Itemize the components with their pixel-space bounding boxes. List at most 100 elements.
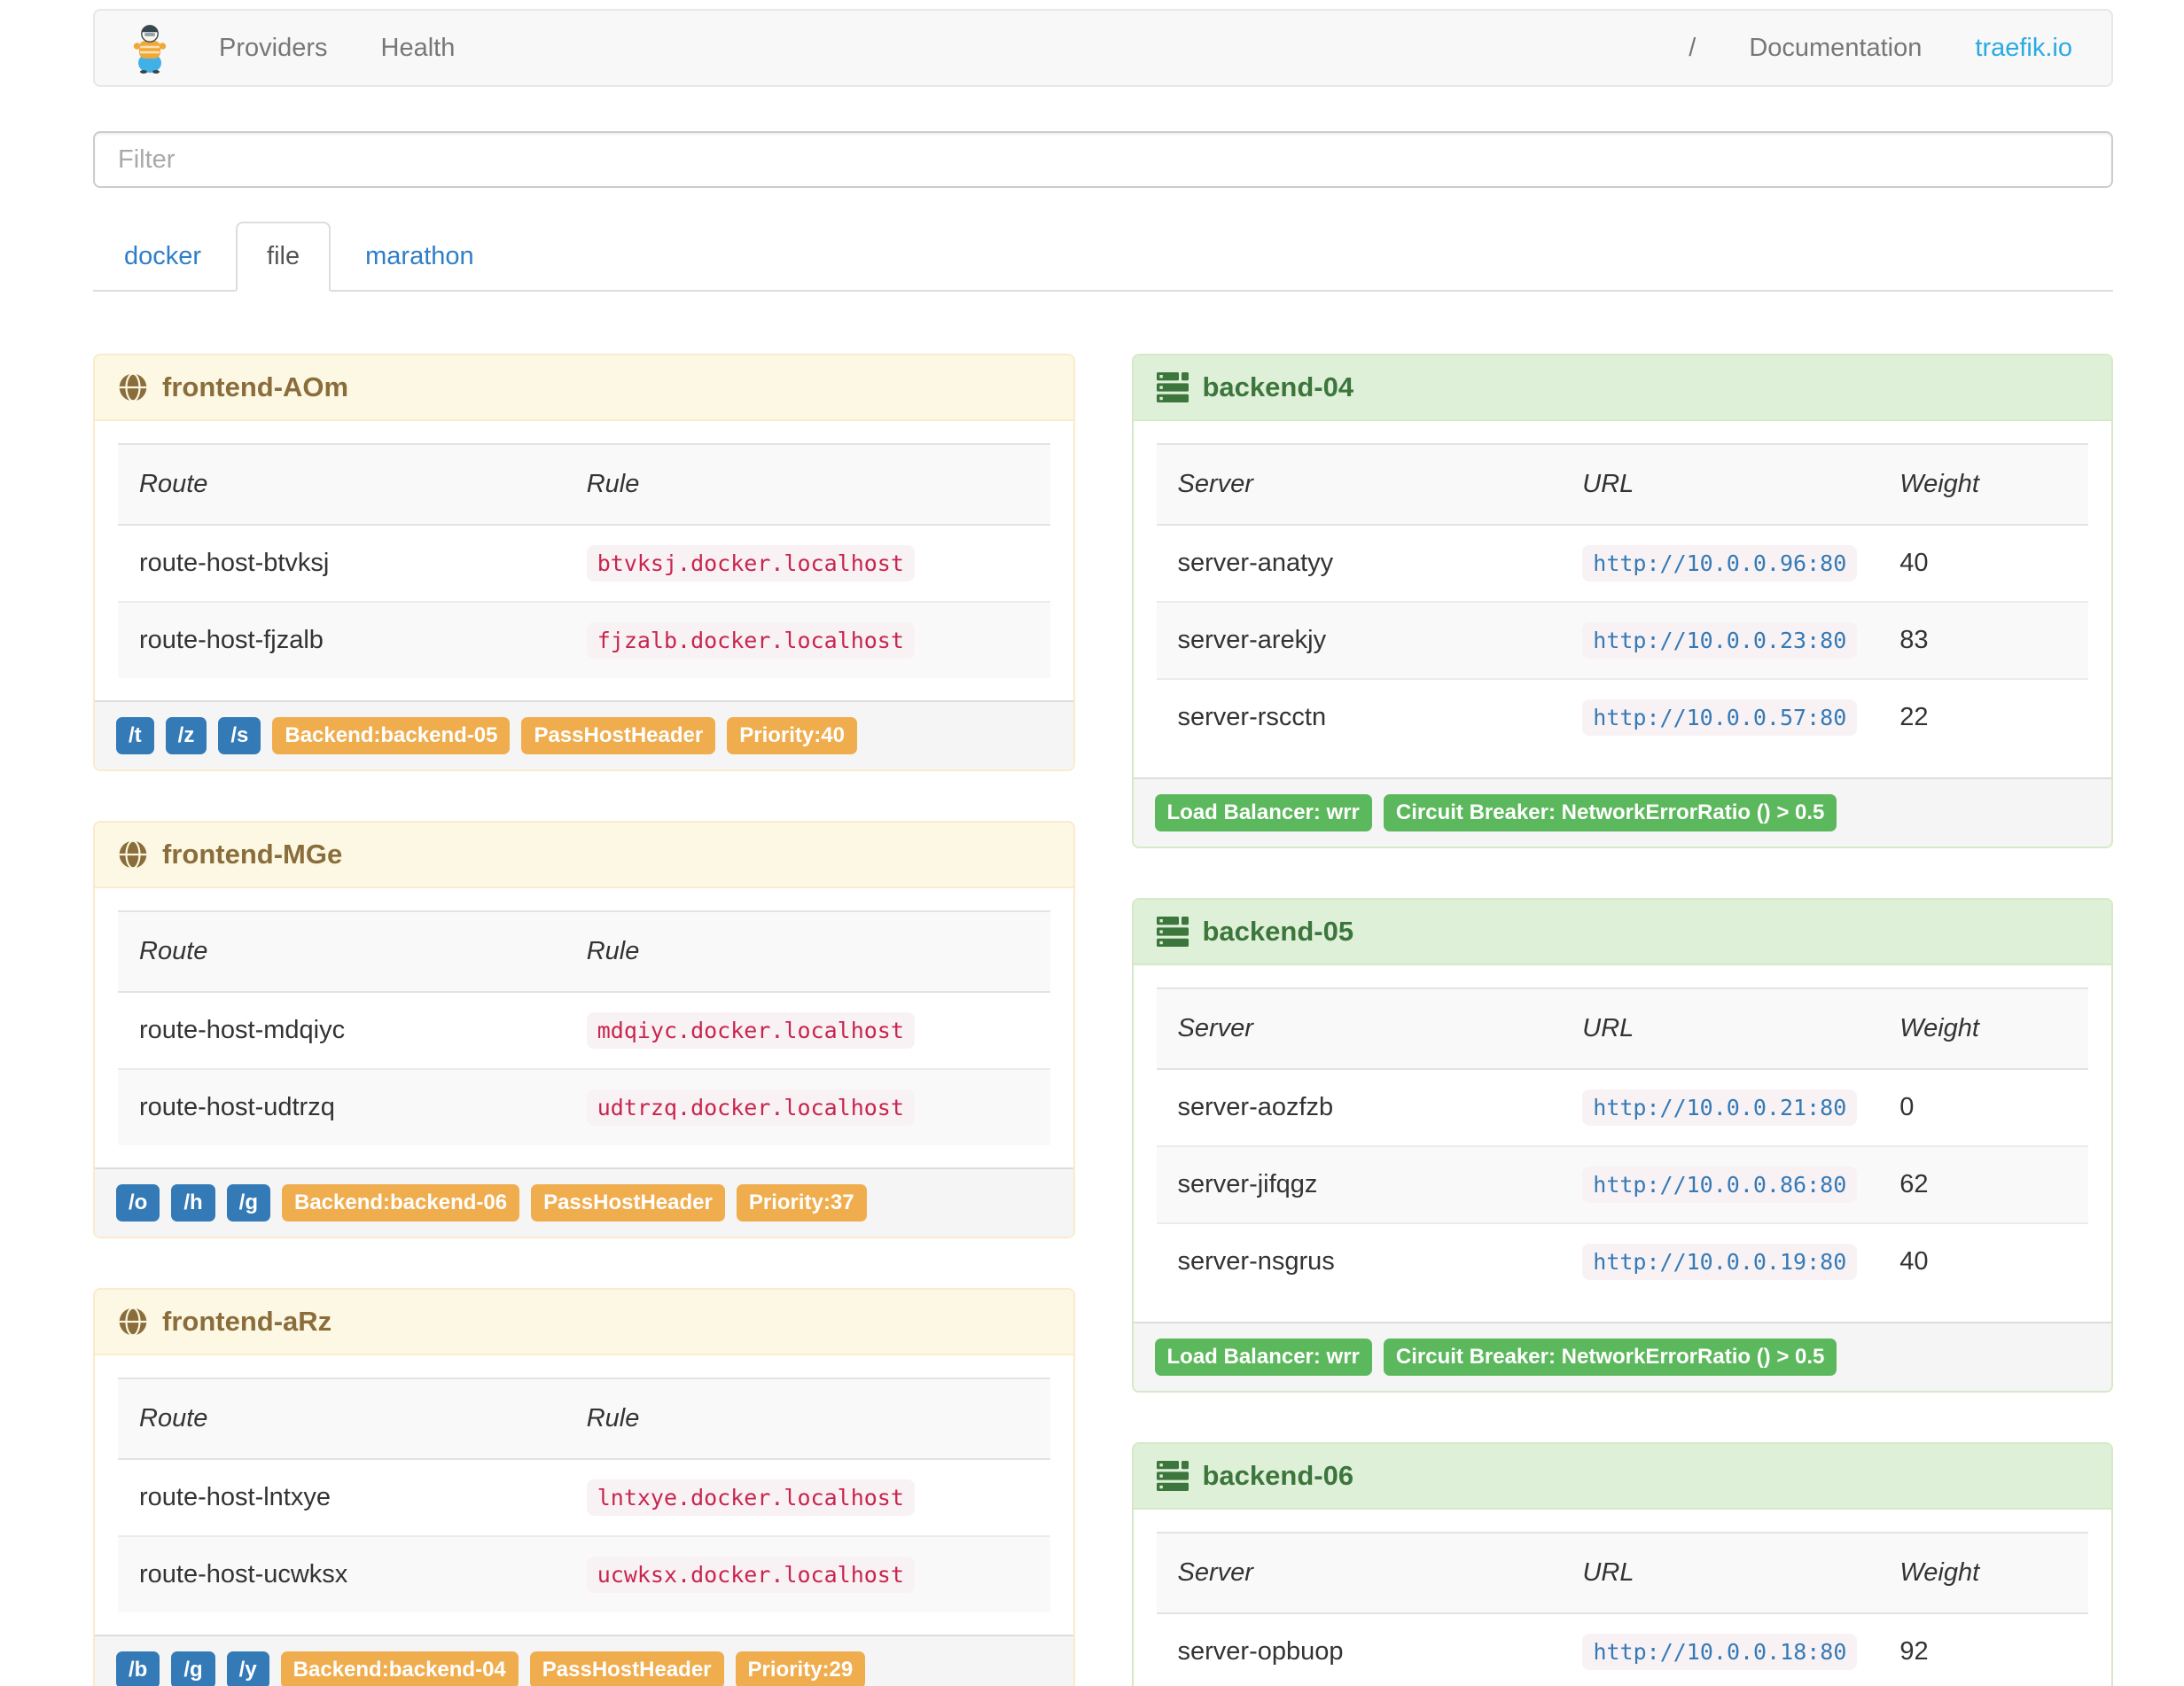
nav-root-slash[interactable]: / [1662, 11, 1722, 85]
table-row: route-host-udtrzq udtrzq.docker.localhos… [118, 1069, 1050, 1145]
provider-tabs: docker file marathon [93, 222, 2113, 292]
nav-health[interactable]: Health [355, 11, 482, 85]
table-header-row: Route Rule [118, 444, 1050, 525]
backend-card-footer: Load Balancer: wrr Circuit Breaker: Netw… [1133, 777, 2111, 847]
table-row: server-arekjy http://10.0.0.23:80 83 [1156, 602, 2088, 679]
path-badge: /z [165, 717, 207, 754]
load-balancer-badge: Load Balancer: wrr [1154, 794, 1372, 831]
backend-badge: Backend:backend-05 [272, 717, 511, 754]
col-server: Server [1177, 470, 1253, 498]
server-name: server-nsgrus [1177, 1247, 1335, 1276]
server-stack-icon [1156, 917, 1189, 947]
table-header-row: Route Rule [118, 911, 1050, 992]
server-stack-icon [1156, 1461, 1189, 1491]
server-url-link[interactable]: http://10.0.0.19:80 [1582, 1244, 1858, 1280]
nav-traefik-io-link[interactable]: traefik.io [1948, 11, 2099, 85]
rule-value: udtrzq.docker.localhost [586, 1089, 915, 1126]
frontend-card: frontend-aRz Route Rule route-host-lntxy… [93, 1288, 1075, 1686]
rule-value: lntxye.docker.localhost [586, 1479, 915, 1516]
globe-icon [118, 839, 148, 870]
path-badge: /o [116, 1184, 160, 1222]
backends-column: backend-04 Server URL Weight server-anat… [1131, 354, 2113, 1686]
server-url-link[interactable]: http://10.0.0.18:80 [1582, 1634, 1858, 1670]
server-name: server-rscctn [1177, 703, 1327, 731]
frontend-title: frontend-MGe [162, 839, 343, 870]
route-name: route-host-fjzalb [139, 626, 324, 654]
server-url-link[interactable]: http://10.0.0.23:80 [1582, 622, 1858, 659]
server-weight: 22 [1899, 703, 1929, 731]
server-weight: 40 [1899, 1247, 1929, 1276]
server-name: server-arekjy [1177, 626, 1327, 654]
frontend-card-body: Route Rule route-host-btvksj btvksj.dock… [95, 421, 1073, 700]
routes-table: Route Rule route-host-btvksj btvksj.dock… [118, 443, 1050, 678]
backend-title: backend-06 [1202, 1460, 1354, 1491]
col-rule: Rule [586, 1404, 640, 1432]
passhostheader-badge: PassHostHeader [521, 717, 716, 754]
path-badge: /g [171, 1651, 215, 1686]
backend-badge: Backend:backend-04 [280, 1651, 519, 1686]
route-name: route-host-ucwksx [139, 1560, 348, 1588]
server-url-link[interactable]: http://10.0.0.21:80 [1582, 1089, 1858, 1126]
backend-badge: Backend:backend-06 [281, 1184, 520, 1222]
server-url-link[interactable]: http://10.0.0.96:80 [1582, 545, 1858, 582]
col-weight: Weight [1899, 1558, 1980, 1587]
nav-providers[interactable]: Providers [192, 11, 355, 85]
nav-right: / Documentation traefik.io [1662, 11, 2099, 85]
frontend-card-footer: /o /h /g Backend:backend-06 PassHostHead… [95, 1167, 1073, 1237]
server-url-link[interactable]: http://10.0.0.86:80 [1582, 1167, 1858, 1203]
path-badge: /t [116, 717, 154, 754]
col-weight: Weight [1899, 1014, 1979, 1042]
server-name: server-jifqgz [1177, 1170, 1318, 1198]
table-header-row: Route Rule [118, 1378, 1050, 1459]
table-row: route-host-fjzalb fjzalb.docker.localhos… [118, 602, 1050, 678]
col-weight: Weight [1899, 470, 1979, 498]
frontend-card: frontend-AOm Route Rule route-host-btvks… [93, 354, 1075, 771]
server-weight: 92 [1899, 1637, 1929, 1666]
server-weight: 83 [1899, 626, 1929, 654]
frontend-card-body: Route Rule route-host-mdqiyc mdqiyc.dock… [95, 888, 1073, 1167]
passhostheader-badge: PassHostHeader [531, 1184, 725, 1222]
nav-documentation[interactable]: Documentation [1722, 11, 1948, 85]
frontend-card: frontend-MGe Route Rule route-host-mdqiy… [93, 821, 1075, 1238]
globe-icon [118, 1307, 148, 1337]
table-header-row: Server URL Weight [1156, 1533, 2088, 1613]
server-weight: 0 [1899, 1093, 1915, 1121]
col-url: URL [1582, 1558, 1634, 1587]
backend-card: backend-05 Server URL Weight server-aozf… [1131, 898, 2113, 1393]
col-rule: Rule [586, 937, 640, 965]
col-route: Route [139, 1404, 208, 1432]
path-badge: /s [218, 717, 261, 754]
frontend-card-header: frontend-AOm [95, 355, 1073, 421]
col-url: URL [1582, 1014, 1634, 1042]
table-row: route-host-btvksj btvksj.docker.localhos… [118, 525, 1050, 602]
table-row: route-host-lntxye lntxye.docker.localhos… [118, 1459, 1050, 1536]
backend-card-header: backend-04 [1133, 355, 2111, 421]
load-balancer-badge: Load Balancer: wrr [1154, 1339, 1372, 1376]
server-weight: 40 [1899, 549, 1929, 577]
tab-marathon: marathon [365, 242, 474, 270]
filter-input[interactable] [93, 131, 2113, 188]
nav-left: Providers Health [192, 11, 481, 85]
tab-docker: docker [124, 242, 202, 270]
table-header-row: Server URL Weight [1156, 988, 2088, 1069]
table-row: server-rscctn http://10.0.0.57:80 22 [1156, 679, 2088, 755]
frontend-card-header: frontend-aRz [95, 1290, 1073, 1355]
server-name: server-opbuop [1177, 1637, 1344, 1666]
priority-badge: Priority:29 [735, 1651, 866, 1686]
table-row: server-anatyy http://10.0.0.96:80 40 [1157, 525, 2089, 602]
backend-card-header: backend-05 [1133, 900, 2111, 965]
server-url-link[interactable]: http://10.0.0.57:80 [1582, 699, 1858, 736]
table-row: server-nsgrus http://10.0.0.19:80 40 [1156, 1223, 2088, 1300]
path-badge: /b [116, 1651, 160, 1686]
tab-file: file [236, 222, 332, 292]
path-badge: /h [171, 1184, 215, 1222]
frontend-title: frontend-aRz [162, 1306, 332, 1337]
route-name: route-host-udtrzq [139, 1093, 335, 1121]
circuit-breaker-badge: Circuit Breaker: NetworkErrorRatio () > … [1383, 1339, 1837, 1376]
path-badge: /g [226, 1184, 270, 1222]
traefik-logo[interactable] [107, 22, 192, 74]
cards-grid: frontend-AOm Route Rule route-host-btvks… [93, 354, 2113, 1686]
col-route: Route [139, 937, 208, 965]
routes-table: Route Rule route-host-mdqiyc mdqiyc.dock… [118, 910, 1050, 1145]
traefik-mascot-icon [133, 25, 167, 74]
